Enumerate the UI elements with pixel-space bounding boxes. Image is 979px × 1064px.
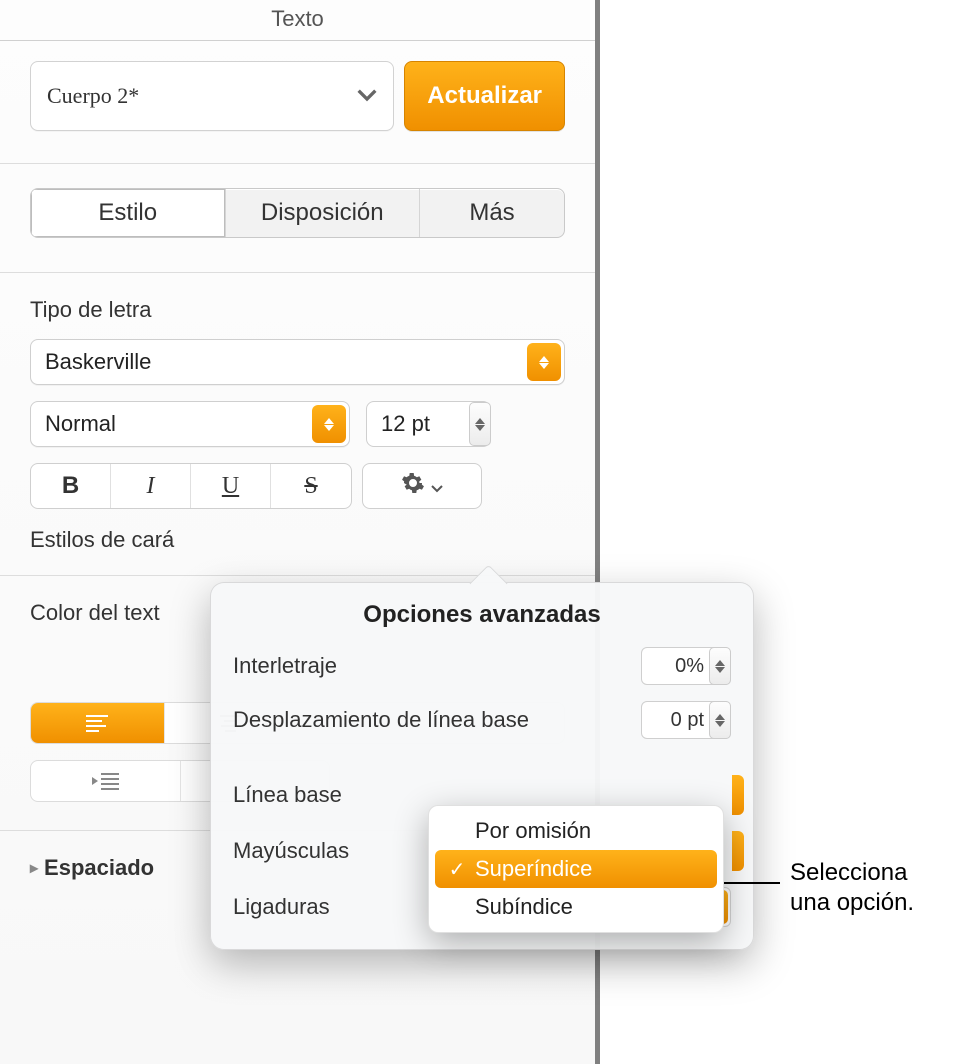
align-left-icon	[86, 715, 108, 731]
spacing-label: Espaciado	[44, 855, 154, 881]
tracking-label: Interletraje	[233, 653, 337, 679]
paragraph-style-value: Cuerpo 2*	[47, 83, 139, 109]
callout-line	[720, 882, 780, 884]
stepper-icon	[469, 402, 491, 446]
font-section-title: Tipo de letra	[30, 297, 565, 323]
font-typeface-select[interactable]: Normal	[30, 401, 350, 447]
callout-text: Selecciona una opción.	[790, 858, 914, 918]
paragraph-style-select[interactable]: Cuerpo 2*	[30, 61, 394, 131]
decrease-indent-button[interactable]	[31, 761, 181, 801]
align-left-button[interactable]	[31, 703, 165, 743]
text-style-group: B I U S	[30, 463, 352, 509]
font-size-value: 12 pt	[381, 411, 430, 437]
gear-icon	[401, 471, 425, 501]
capitalization-select[interactable]	[732, 831, 744, 871]
chevron-down-icon	[357, 86, 377, 106]
stepper-icon	[312, 405, 346, 443]
popover-title: Opciones avanzadas	[233, 601, 731, 629]
tab-layout[interactable]: Disposición	[226, 189, 421, 237]
italic-button[interactable]: I	[111, 464, 191, 508]
stepper-icon	[709, 647, 731, 685]
font-family-select[interactable]: Baskerville	[30, 339, 565, 385]
font-family-value: Baskerville	[45, 349, 151, 375]
tab-more[interactable]: Más	[420, 189, 564, 237]
inspector-tabs: Estilo Disposición Más	[30, 188, 565, 238]
font-typeface-value: Normal	[45, 411, 116, 437]
stepper-icon	[709, 701, 731, 739]
baseline-select[interactable]	[732, 775, 744, 815]
baseline-menu: Por omisión ✓ Superíndice Subíndice	[428, 805, 724, 933]
tracking-stepper[interactable]: 0%	[641, 647, 731, 685]
disclosure-triangle-icon: ▸	[30, 858, 38, 878]
underline-button[interactable]: U	[191, 464, 271, 508]
chevron-down-icon	[431, 473, 443, 499]
baseline-option-subscript[interactable]: Subíndice	[435, 888, 717, 926]
character-styles-label: Estilos de cará	[30, 527, 565, 553]
checkmark-icon: ✓	[441, 857, 473, 882]
ligatures-label: Ligaduras	[233, 894, 330, 920]
baseline-label: Línea base	[233, 782, 342, 808]
strikethrough-button[interactable]: S	[271, 464, 351, 508]
advanced-options-button[interactable]	[362, 463, 482, 509]
font-size-stepper[interactable]: 12 pt	[366, 401, 491, 447]
baseline-shift-value: 0 pt	[671, 709, 704, 732]
baseline-shift-label: Desplazamiento de línea base	[233, 707, 529, 733]
baseline-shift-stepper[interactable]: 0 pt	[641, 701, 731, 739]
baseline-option-superscript[interactable]: ✓ Superíndice	[435, 850, 717, 888]
stepper-icon	[527, 343, 561, 381]
capitalization-label: Mayúsculas	[233, 838, 349, 864]
tracking-value: 0%	[675, 655, 704, 678]
panel-title: Texto	[0, 0, 595, 41]
update-style-button[interactable]: Actualizar	[404, 61, 565, 131]
baseline-option-default[interactable]: Por omisión	[435, 812, 717, 850]
outdent-icon	[91, 772, 119, 790]
tab-style[interactable]: Estilo	[31, 189, 226, 237]
bold-button[interactable]: B	[31, 464, 111, 508]
